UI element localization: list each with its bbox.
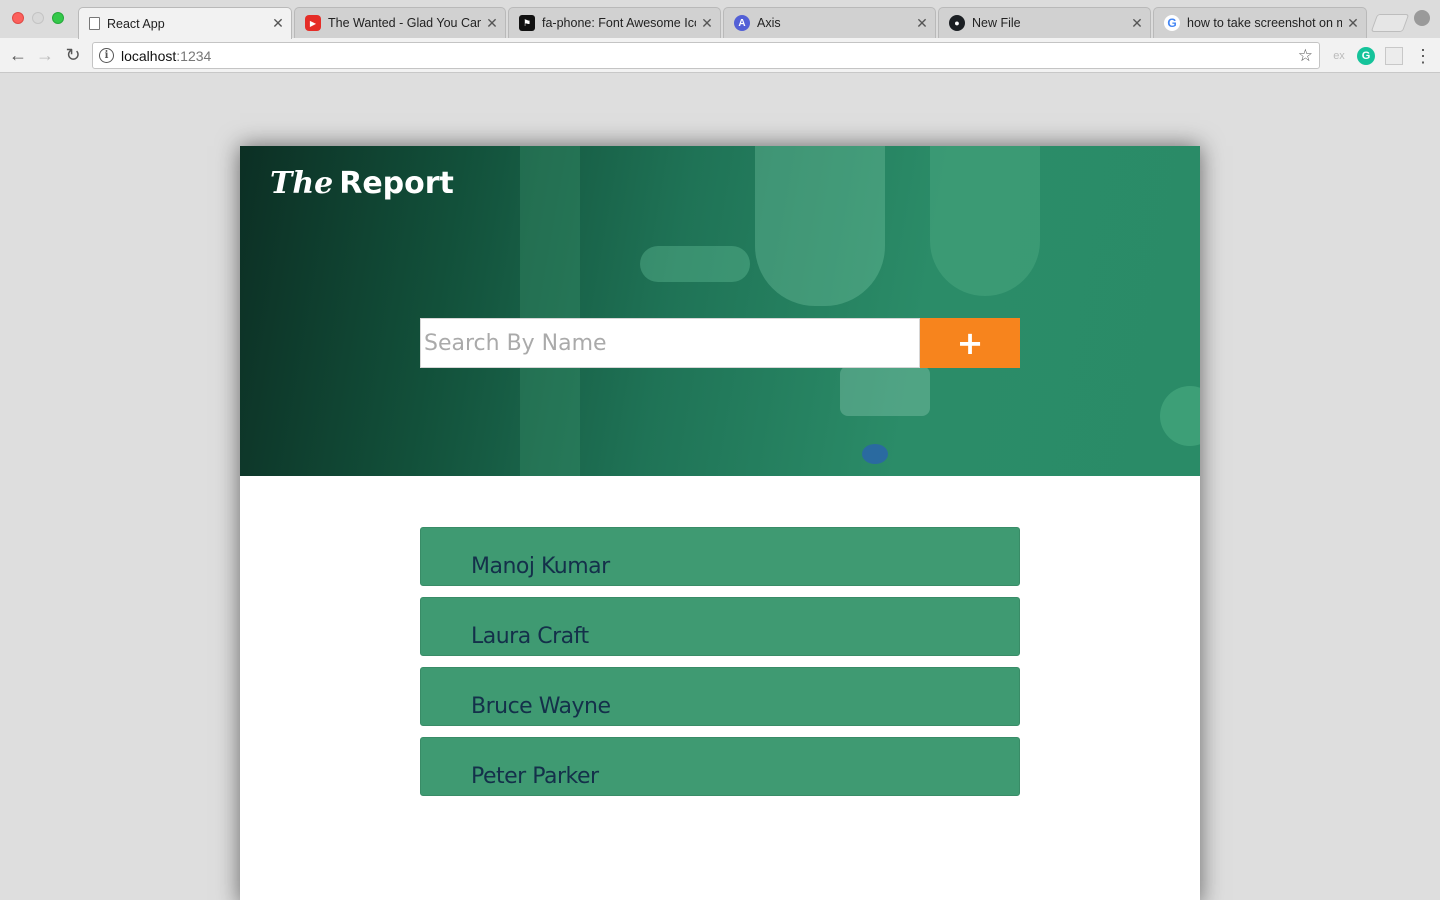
list-item-label: Manoj Kumar xyxy=(471,554,610,579)
bookmark-star-icon[interactable]: ☆ xyxy=(1298,46,1313,66)
search-input[interactable] xyxy=(420,318,920,368)
brand-the: The xyxy=(270,166,334,201)
maximize-window-button[interactable] xyxy=(52,12,64,24)
list-item-label: Bruce Wayne xyxy=(471,694,611,719)
font-awesome-icon: ⚑ xyxy=(519,15,535,31)
name-list: Manoj Kumar Laura Craft Bruce Wayne Pete… xyxy=(420,527,1020,807)
tab-title: Axis xyxy=(757,16,781,30)
browser-tab-google[interactable]: G how to take screenshot on m ✕ xyxy=(1153,7,1367,38)
background-shape xyxy=(520,146,580,476)
tab-close-icon[interactable]: ✕ xyxy=(700,15,714,32)
background-shape xyxy=(1160,386,1200,446)
app-container: The Report + Manoj Kumar Laura Craft Bru… xyxy=(240,146,1200,900)
tab-close-icon[interactable]: ✕ xyxy=(915,15,929,32)
tab-title: React App xyxy=(107,16,165,31)
ex-extension-icon[interactable]: ex xyxy=(1330,47,1348,65)
url-port: :1234 xyxy=(176,47,212,64)
github-icon: ● xyxy=(949,15,965,31)
background-shape xyxy=(930,146,1040,296)
add-button[interactable]: + xyxy=(920,318,1020,368)
browser-tab-github[interactable]: ● New File ✕ xyxy=(938,7,1151,38)
browser-tab-react-app[interactable]: React App ✕ xyxy=(78,7,292,39)
info-icon[interactable]: i xyxy=(99,48,114,63)
tab-title: New File xyxy=(972,16,1021,30)
close-window-button[interactable] xyxy=(12,12,24,24)
profile-icon[interactable] xyxy=(1414,10,1430,26)
grid-extension-icon[interactable] xyxy=(1385,47,1403,65)
tab-title: The Wanted - Glad You Cam xyxy=(328,16,481,30)
search-bar: + xyxy=(420,318,1020,368)
list-item-label: Laura Craft xyxy=(471,624,589,649)
list-item[interactable]: Laura Craft xyxy=(420,597,1020,656)
list-item-label: Peter Parker xyxy=(471,764,599,789)
brand-logo: The Report xyxy=(270,166,454,201)
background-shape xyxy=(755,146,885,306)
tab-close-icon[interactable]: ✕ xyxy=(485,15,499,32)
background-shape xyxy=(862,444,888,464)
url-host: localhost xyxy=(121,47,177,64)
tab-close-icon[interactable]: ✕ xyxy=(1130,15,1144,32)
tab-title: fa-phone: Font Awesome Ico xyxy=(542,16,696,30)
browser-tab-font-awesome[interactable]: ⚑ fa-phone: Font Awesome Ico ✕ xyxy=(508,7,721,38)
browser-tab-youtube[interactable]: ▶ The Wanted - Glad You Cam ✕ xyxy=(294,7,506,38)
forward-arrow-icon[interactable]: → xyxy=(34,44,56,66)
list-item[interactable]: Bruce Wayne xyxy=(420,667,1020,726)
hero-banner: The Report + xyxy=(240,146,1200,476)
new-tab-button[interactable] xyxy=(1370,14,1410,32)
list-item[interactable]: Peter Parker xyxy=(420,737,1020,796)
back-arrow-icon[interactable]: ← xyxy=(7,44,29,66)
browser-menu-icon[interactable]: ⋮ xyxy=(1414,46,1432,67)
axis-icon: A xyxy=(734,15,750,31)
youtube-icon: ▶ xyxy=(305,15,321,31)
tab-title: how to take screenshot on m xyxy=(1187,16,1342,30)
tab-close-icon[interactable]: ✕ xyxy=(271,15,285,32)
grammarly-extension-icon[interactable]: G xyxy=(1357,47,1375,65)
background-shape xyxy=(840,366,930,416)
browser-toolbar: ← → ↻ i localhost:1234 ☆ ex G ⋮ xyxy=(0,38,1440,73)
background-shape xyxy=(640,246,750,282)
list-item[interactable]: Manoj Kumar xyxy=(420,527,1020,586)
google-icon: G xyxy=(1164,15,1180,31)
page-icon xyxy=(89,17,100,30)
address-bar[interactable]: i localhost:1234 ☆ xyxy=(92,42,1320,69)
minimize-window-button[interactable] xyxy=(32,12,44,24)
browser-tab-axis[interactable]: A Axis ✕ xyxy=(723,7,936,38)
brand-report: Report xyxy=(339,166,454,201)
reload-icon[interactable]: ↻ xyxy=(62,44,84,66)
tab-close-icon[interactable]: ✕ xyxy=(1346,15,1360,32)
browser-tab-bar: React App ✕ ▶ The Wanted - Glad You Cam … xyxy=(0,0,1440,39)
